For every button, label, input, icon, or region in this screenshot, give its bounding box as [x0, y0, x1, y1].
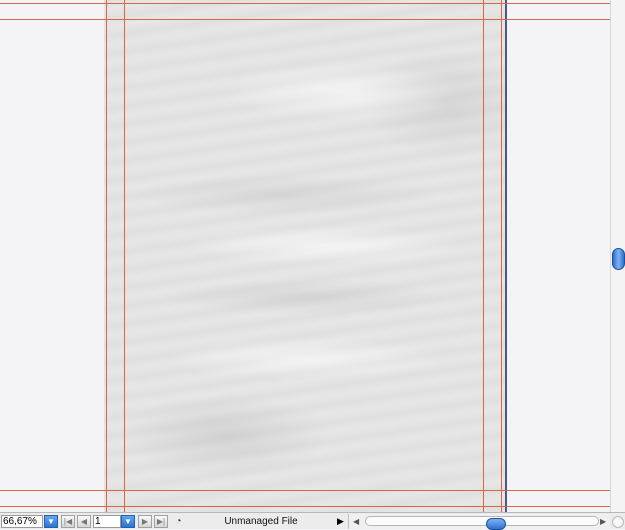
horizontal-scrollbar[interactable]: ◀ ▶ [348, 514, 610, 530]
status-menu-button[interactable]: ▶ [337, 515, 347, 528]
zoom-dropdown-button[interactable]: ▼ [44, 515, 58, 528]
file-status-text: Unmanaged File [224, 516, 298, 527]
horizontal-scroll-track[interactable] [365, 516, 599, 530]
horizontal-scroll-thumb[interactable] [486, 518, 506, 530]
guide-horizontal-bottom-bleed[interactable] [0, 506, 610, 507]
vertical-scrollbar[interactable] [610, 0, 625, 512]
pasteboard[interactable] [0, 0, 610, 512]
zoom-level-field[interactable]: 66,67% [1, 515, 43, 528]
last-page-button[interactable]: ▶| [154, 515, 168, 528]
last-page-icon: ▶| [156, 517, 166, 526]
guide-vertical-left-bleed[interactable] [106, 0, 107, 512]
guide-horizontal-top-bleed[interactable] [0, 3, 610, 4]
document-page-crumpled-paper[interactable] [104, 0, 506, 512]
guide-vertical-left-margin[interactable] [124, 0, 125, 512]
version-cue-icon[interactable]: ◔ [173, 516, 184, 527]
page-edge-shadow [505, 0, 507, 512]
guide-horizontal-bottom-margin[interactable] [0, 490, 610, 491]
first-page-icon: |◀ [63, 517, 73, 526]
first-page-button[interactable]: |◀ [61, 515, 75, 528]
guide-horizontal-top-margin[interactable] [0, 19, 610, 20]
triangle-down-icon: ▼ [124, 517, 132, 526]
next-page-icon: ▶ [141, 517, 149, 526]
next-page-button[interactable]: ▶ [138, 515, 152, 528]
guide-vertical-right-margin[interactable] [483, 0, 484, 512]
triangle-right-icon: ▶ [337, 516, 344, 526]
vertical-scroll-thumb[interactable] [612, 248, 625, 270]
status-bar: 66,67% ▼ |◀ ◀ 1 ▼ ▶ ▶| ◔ Unmanaged File … [0, 512, 625, 530]
page-number-field[interactable]: 1 [93, 515, 121, 528]
scroll-right-arrow-icon[interactable]: ▶ [600, 515, 606, 528]
scroll-left-arrow-icon[interactable]: ◀ [353, 515, 359, 528]
previous-page-icon: ◀ [80, 517, 88, 526]
page-dropdown-button[interactable]: ▼ [121, 515, 135, 528]
window-resize-grip[interactable] [612, 516, 624, 528]
previous-page-button[interactable]: ◀ [77, 515, 91, 528]
triangle-down-icon: ▼ [47, 517, 55, 526]
guide-vertical-right-bleed[interactable] [501, 0, 502, 512]
